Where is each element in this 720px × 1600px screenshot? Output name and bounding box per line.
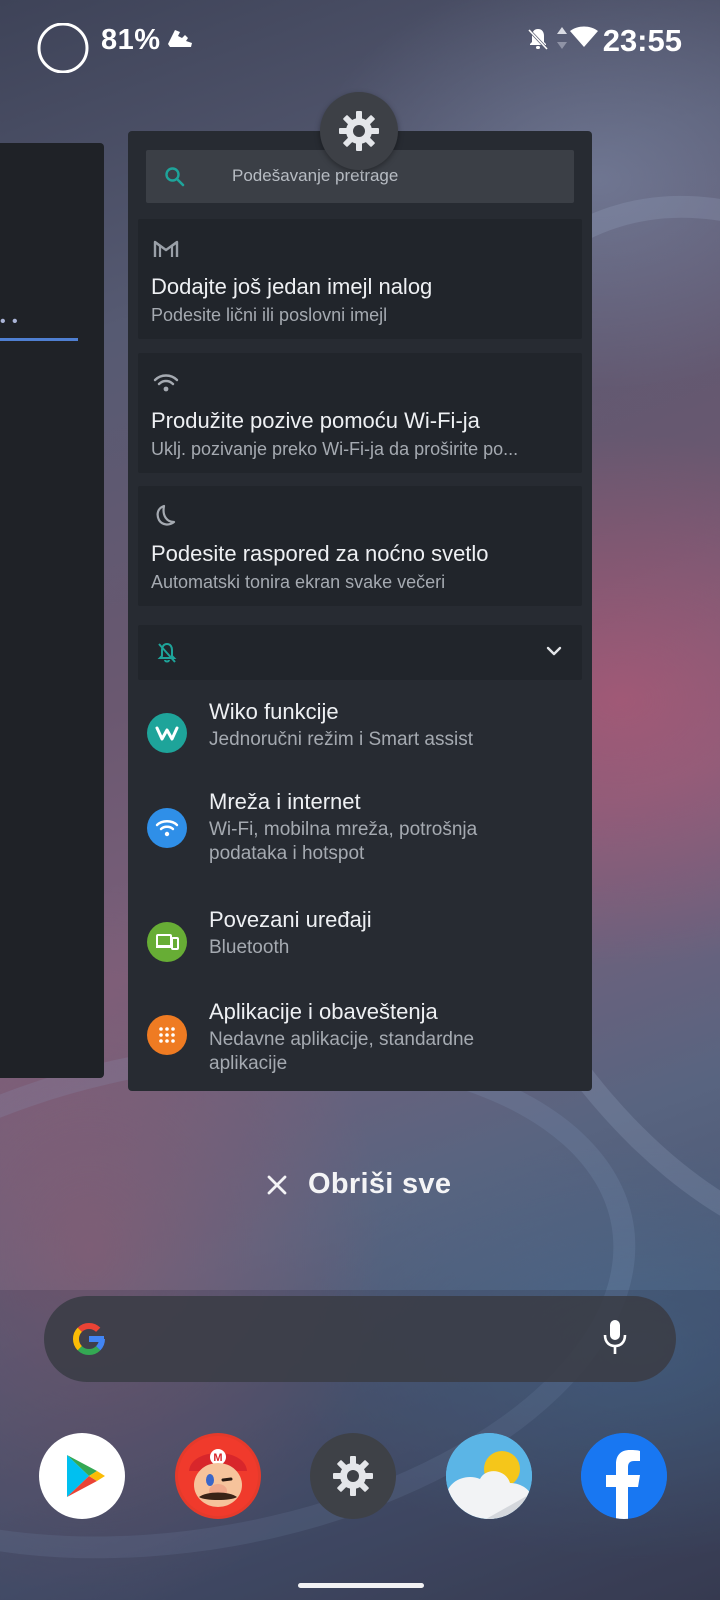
- google-logo-icon: [73, 1322, 106, 1355]
- settings-item-wiko-features[interactable]: Wiko funkcije Jednoručni režim i Smart a…: [128, 691, 592, 781]
- condition-bar-do-not-disturb[interactable]: [138, 625, 582, 680]
- data-arrows-icon: [557, 27, 567, 49]
- settings-item-apps-notifications[interactable]: Aplikacije i obaveštenja Nedavne aplikac…: [128, 993, 592, 1091]
- gear-icon: [339, 111, 379, 151]
- suggestion-subtitle: Automatski tonira ekran svake večeri: [151, 572, 446, 592]
- suggestion-title: Produžite pozive pomoću Wi-Fi-ja: [151, 408, 480, 433]
- recent-app-card-settings[interactable]: Podešavanje pretrage Dodajte još jedan i…: [128, 131, 592, 1091]
- settings-item-network-internet[interactable]: Mreža i internet Wi-Fi, mobilna mreža, p…: [128, 786, 592, 898]
- settings-item-subtitle: Bluetooth: [209, 937, 290, 958]
- suggestion-subtitle: Uklj. pozivanje preko Wi-Fi-ja da prošir…: [151, 439, 519, 459]
- settings-item-subtitle: Jednoručni režim i Smart assist: [209, 729, 473, 750]
- clear-all-label: Obriši sve: [308, 1168, 452, 1200]
- search-placeholder: Podešavanje pretrage: [232, 166, 399, 185]
- weather-icon[interactable]: [446, 1433, 532, 1519]
- battery-percent: 81%: [101, 24, 161, 56]
- gmail-icon: [153, 240, 179, 257]
- bell-off-icon: [527, 28, 549, 51]
- google-search-bar[interactable]: [44, 1296, 676, 1382]
- suggestion-title: Podesite raspored za noćno svetlo: [151, 541, 489, 566]
- status-bar: 81% 23:55: [0, 0, 720, 80]
- suggestion-title: Dodajte još jedan imejl nalog: [151, 274, 433, 299]
- shoe-icon: [168, 30, 192, 47]
- settings-item-subtitle: Wi-Fi, mobilna mreža, potrošnja podataka…: [209, 819, 478, 864]
- settings-item-title: Wiko funkcije: [209, 699, 339, 724]
- wifi-icon: [153, 374, 179, 392]
- chevron-down-icon[interactable]: [546, 645, 562, 657]
- svg-text:M: M: [213, 1452, 222, 1464]
- apps-grid-icon: [147, 1015, 187, 1055]
- recent-app-card-previous[interactable]: • •: [0, 143, 104, 1078]
- wifi-icon: [570, 26, 598, 47]
- settings-item-subtitle: Nedavne aplikacije, standardne aplikacij…: [209, 1029, 475, 1074]
- left-card-dots: • •: [0, 313, 19, 330]
- settings-item-title: Povezani uređaji: [209, 907, 372, 932]
- tab-indicator: [0, 338, 78, 341]
- settings-icon[interactable]: [310, 1433, 396, 1519]
- facebook-icon[interactable]: [581, 1433, 667, 1519]
- search-icon: [165, 167, 185, 187]
- settings-item-connected-devices[interactable]: Povezani uređaji Bluetooth: [128, 901, 592, 991]
- settings-item-title: Mreža i internet: [209, 789, 361, 814]
- clock: 23:55: [602, 23, 682, 58]
- suggestion-card-email[interactable]: Dodajte još jedan imejl nalog Podesite l…: [138, 219, 582, 339]
- suggestion-subtitle: Podesite lični ili poslovni imejl: [151, 305, 388, 325]
- settings-app-icon-badge[interactable]: [320, 92, 398, 170]
- super-mario-icon[interactable]: M: [175, 1433, 261, 1519]
- battery-ring-icon: [37, 23, 89, 73]
- gesture-nav-handle[interactable]: [298, 1583, 424, 1588]
- play-store-icon[interactable]: [39, 1433, 125, 1519]
- suggestion-card-wifi-calling[interactable]: Produžite pozive pomoću Wi-Fi-ja Uklj. p…: [138, 353, 582, 473]
- clear-all-button[interactable]: Obriši sve: [266, 1168, 451, 1201]
- bell-off-icon: [157, 642, 177, 663]
- moon-icon: [156, 504, 176, 526]
- close-icon: [267, 1175, 287, 1194]
- devices-icon: [147, 922, 187, 962]
- suggestion-card-night-light[interactable]: Podesite raspored za noćno svetlo Automa…: [138, 486, 582, 606]
- microphone-icon[interactable]: [602, 1318, 628, 1358]
- settings-item-title: Aplikacije i obaveštenja: [209, 999, 438, 1024]
- wifi-icon: [147, 808, 187, 848]
- wiko-icon: [147, 713, 187, 753]
